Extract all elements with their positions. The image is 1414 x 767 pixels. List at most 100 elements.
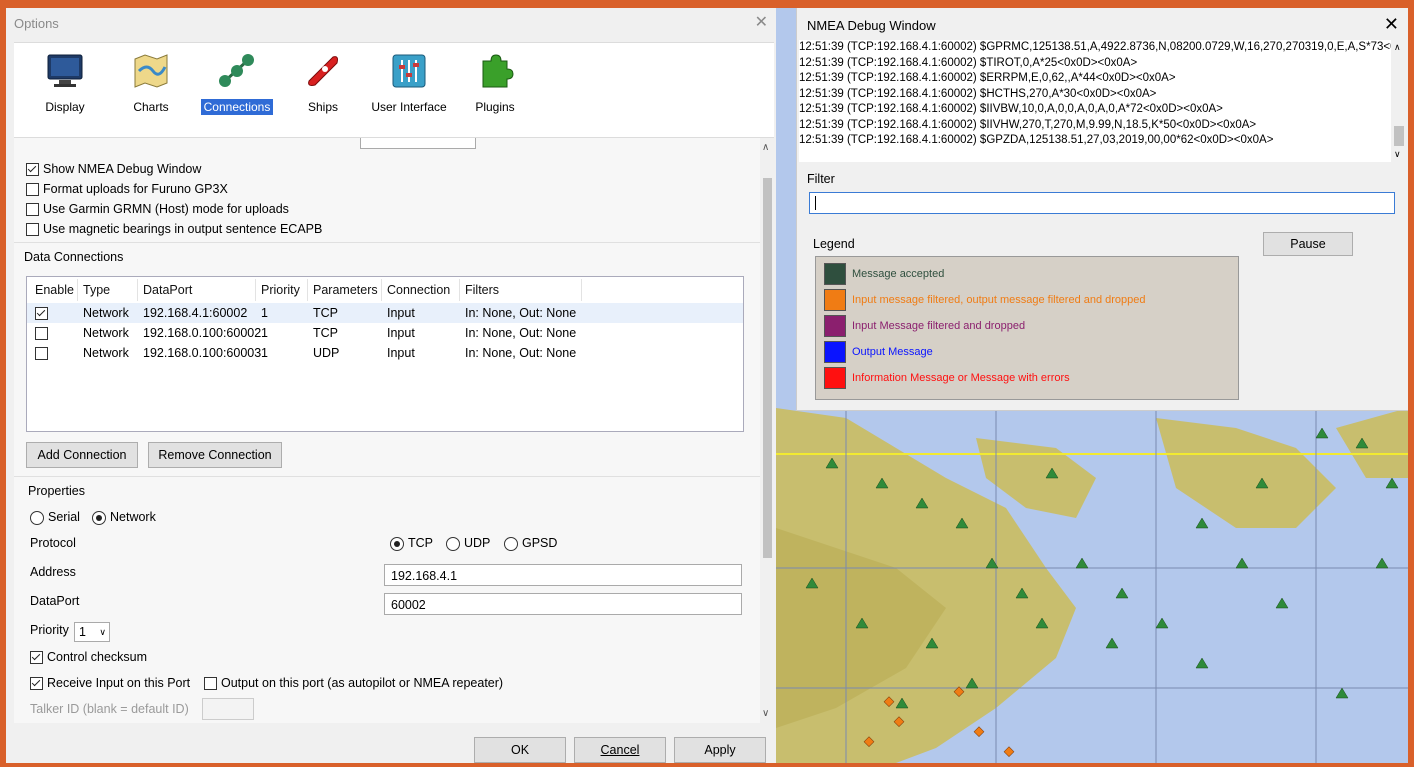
show-nmea-debug-checkbox[interactable]: Show NMEA Debug Window bbox=[26, 162, 201, 176]
scrollbar-thumb[interactable] bbox=[763, 178, 772, 558]
chevron-down-icon[interactable]: ∨ bbox=[762, 708, 769, 719]
checkbox-box[interactable] bbox=[30, 676, 43, 690]
legend-swatch bbox=[824, 263, 846, 285]
chevron-down-icon[interactable]: ∨ bbox=[1394, 149, 1401, 160]
checkbox-box[interactable] bbox=[26, 222, 39, 236]
priority-label: Priority bbox=[30, 623, 69, 637]
add-connection-button[interactable]: Add Connection bbox=[26, 442, 138, 468]
cell-filters: In: None, Out: None bbox=[465, 306, 577, 320]
log-line: 12:51:39 (TCP:192.168.4.1:60002) $HCTHS,… bbox=[799, 87, 1157, 100]
cell-filters: In: None, Out: None bbox=[465, 346, 577, 360]
cell-priority: 1 bbox=[261, 326, 268, 340]
screen: Options ✕ Display Charts Connections Shi… bbox=[6, 8, 1408, 763]
chevron-up-icon[interactable]: ∧ bbox=[762, 142, 769, 153]
enable-checkbox[interactable] bbox=[35, 307, 48, 320]
dataport-label: DataPort bbox=[30, 594, 80, 608]
cell-type: Network bbox=[83, 346, 129, 360]
enable-checkbox[interactable] bbox=[35, 347, 48, 360]
radio-circle[interactable] bbox=[504, 536, 518, 551]
address-field[interactable]: 192.168.4.1 bbox=[384, 564, 742, 586]
cell-type: Network bbox=[83, 306, 129, 320]
options-scrollbar[interactable]: ∧ ∨ bbox=[760, 138, 774, 723]
output-port-checkbox[interactable]: Output on this port (as autopilot or NME… bbox=[204, 676, 503, 690]
col-separator bbox=[459, 279, 460, 301]
control-checksum-checkbox[interactable]: Control checksum bbox=[30, 650, 147, 664]
legend-box: Message accepted Input message filtered,… bbox=[815, 256, 1239, 400]
magnetic-bearings-checkbox[interactable]: Use magnetic bearings in output sentence… bbox=[26, 222, 322, 236]
cell-connection: Input bbox=[387, 346, 415, 360]
apply-button[interactable]: Apply bbox=[674, 737, 766, 763]
pause-button[interactable]: Pause bbox=[1263, 232, 1353, 256]
filter-input[interactable] bbox=[809, 192, 1395, 214]
cell-dataport: 192.168.0.100:60003 bbox=[143, 346, 262, 360]
checkbox-box[interactable] bbox=[204, 676, 217, 690]
dataport-field[interactable]: 60002 bbox=[384, 593, 742, 615]
checkbox-box[interactable] bbox=[26, 162, 39, 176]
legend-item: Output Message bbox=[824, 341, 933, 363]
remove-connection-button[interactable]: Remove Connection bbox=[148, 442, 282, 468]
debug-close-icon[interactable]: ✕ bbox=[1384, 14, 1399, 35]
table-row[interactable]: Network 192.168.0.100:60002 1 TCP Input … bbox=[27, 323, 743, 343]
nmea-log: 12:51:39 (TCP:192.168.4.1:60002) $GPRMC,… bbox=[799, 40, 1391, 162]
ok-button[interactable]: OK bbox=[474, 737, 566, 763]
options-title: Options bbox=[14, 16, 59, 31]
serial-radio[interactable]: Serial bbox=[30, 510, 80, 525]
col-enable[interactable]: Enable bbox=[35, 283, 74, 297]
legend-item: Message accepted bbox=[824, 263, 944, 285]
cell-parameters: TCP bbox=[313, 306, 338, 320]
radio-label: Serial bbox=[48, 510, 80, 524]
legend-label: Legend bbox=[813, 237, 855, 251]
chevron-down-icon: ∨ bbox=[99, 627, 106, 637]
radio-label: GPSD bbox=[522, 536, 558, 550]
tcp-radio[interactable]: TCP bbox=[390, 536, 433, 551]
checkbox-box[interactable] bbox=[26, 182, 39, 196]
tab-display[interactable]: Display bbox=[22, 51, 108, 115]
enable-checkbox[interactable] bbox=[35, 327, 48, 340]
checkbox-label: Show NMEA Debug Window bbox=[43, 162, 202, 176]
checkbox-label: Control checksum bbox=[47, 650, 148, 664]
log-scrollbar[interactable]: ∧ ∨ bbox=[1391, 40, 1407, 162]
tab-connections[interactable]: Connections bbox=[194, 51, 280, 115]
col-priority[interactable]: Priority bbox=[261, 283, 300, 297]
udp-radio[interactable]: UDP bbox=[446, 536, 490, 551]
garmin-checkbox[interactable]: Use Garmin GRMN (Host) mode for uploads bbox=[26, 202, 289, 216]
col-connection[interactable]: Connection bbox=[387, 283, 450, 297]
talker-id-field[interactable] bbox=[202, 698, 254, 720]
furuno-checkbox[interactable]: Format uploads for Furuno GP3X bbox=[26, 182, 228, 196]
radio-circle[interactable] bbox=[390, 536, 404, 551]
col-separator bbox=[581, 279, 582, 301]
cancel-button[interactable]: Cancel bbox=[574, 737, 666, 763]
radio-circle[interactable] bbox=[30, 510, 44, 525]
col-type[interactable]: Type bbox=[83, 283, 110, 297]
col-separator bbox=[77, 279, 78, 301]
tab-plugins[interactable]: Plugins bbox=[452, 51, 538, 115]
checkbox-box[interactable] bbox=[30, 650, 43, 664]
network-radio[interactable]: Network bbox=[92, 510, 156, 525]
connections-icon bbox=[219, 54, 254, 87]
scrollbar-thumb[interactable] bbox=[1394, 126, 1404, 146]
col-dataport[interactable]: DataPort bbox=[143, 283, 192, 297]
gpsd-radio[interactable]: GPSD bbox=[504, 536, 557, 551]
checkbox-box[interactable] bbox=[26, 202, 39, 216]
tab-connections-label: Connections bbox=[200, 99, 274, 115]
radio-circle[interactable] bbox=[446, 536, 460, 551]
col-filters[interactable]: Filters bbox=[465, 283, 499, 297]
tab-ships[interactable]: Ships bbox=[280, 51, 366, 115]
chevron-up-icon[interactable]: ∧ bbox=[1394, 42, 1401, 53]
receive-input-checkbox[interactable]: Receive Input on this Port bbox=[30, 676, 190, 690]
text-caret bbox=[815, 196, 816, 210]
tab-charts[interactable]: Charts bbox=[108, 51, 194, 115]
col-separator bbox=[255, 279, 256, 301]
legend-text: Information Message or Message with erro… bbox=[852, 372, 1070, 384]
legend-swatch bbox=[824, 315, 846, 337]
table-row[interactable]: Network 192.168.4.1:60002 1 TCP Input In… bbox=[27, 303, 743, 323]
table-row[interactable]: Network 192.168.0.100:60003 1 UDP Input … bbox=[27, 343, 743, 363]
tab-user-interface[interactable]: User Interface bbox=[366, 51, 452, 115]
radio-circle[interactable] bbox=[92, 510, 106, 525]
truncated-control bbox=[360, 138, 476, 149]
cell-priority: 1 bbox=[261, 346, 268, 360]
priority-select[interactable]: 1 ∨ bbox=[74, 622, 110, 642]
options-close-icon[interactable]: ✕ bbox=[755, 12, 768, 32]
nmea-debug-window: NMEA Debug Window ✕ 12:51:39 (TCP:192.16… bbox=[796, 8, 1408, 411]
col-parameters[interactable]: Parameters bbox=[313, 283, 378, 297]
